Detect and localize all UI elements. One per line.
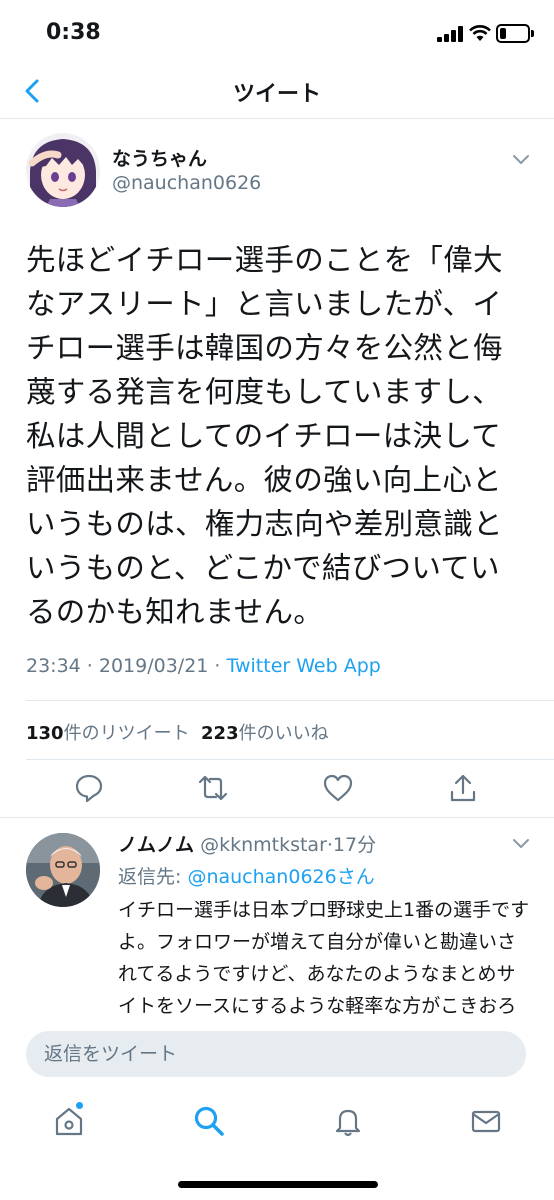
like-label: 件のいいね	[238, 723, 329, 744]
share-icon[interactable]	[447, 772, 479, 804]
author-handle[interactable]: @nauchan0626	[112, 172, 261, 194]
battery-icon	[496, 24, 534, 43]
divider	[26, 759, 554, 760]
tweet-text: 先ほどイチロー選手のことを「偉大 なアスリート」と言いましたが、イ チロー選手は…	[26, 238, 531, 634]
reply-options-chevron-icon[interactable]	[512, 838, 530, 850]
author-name[interactable]: なうちゃん	[112, 144, 207, 171]
wifi-icon	[469, 25, 491, 41]
messages-icon[interactable]	[469, 1104, 503, 1138]
retweet-label: 件のリツイート	[63, 723, 190, 744]
tweet-text-line: なアスリート」と言いましたが、イ	[26, 287, 503, 321]
status-bar: 0:38	[0, 0, 554, 64]
like-count: 223	[201, 723, 239, 744]
reply-header: ノムノム @kknmtkstar·17分	[118, 830, 376, 857]
retweet-icon[interactable]	[197, 772, 229, 804]
home-indicator	[178, 1181, 378, 1188]
author-avatar[interactable]	[26, 133, 100, 207]
reply-author-name[interactable]: ノムノム	[118, 834, 194, 856]
tweet-text-line: 蔑する発言を何度もしていますし、	[26, 375, 502, 409]
tweet-text-line: 私は人間としてのイチローは決して	[26, 419, 502, 453]
tweet-options-chevron-icon[interactable]	[512, 154, 530, 166]
tweet-text-line: るのかも知れません。	[26, 595, 324, 629]
tweet-timestamp: 23:34 · 2019/03/21 ·	[26, 655, 227, 677]
tweet-text-line: いうものと、どこかで結びついてい	[26, 551, 500, 585]
page-title: ツイート	[232, 82, 321, 107]
notifications-icon[interactable]	[331, 1104, 365, 1138]
like-icon[interactable]	[322, 772, 354, 804]
replying-to: 返信先: @nauchan0626さん	[118, 862, 375, 889]
like-stats[interactable]: 223件のいいね	[201, 723, 329, 744]
reply-icon[interactable]	[73, 772, 105, 804]
status-time: 0:38	[46, 20, 101, 45]
replying-to-link[interactable]: @nauchan0626さん	[187, 866, 374, 888]
reply-time: ·17分	[326, 834, 377, 856]
reply-compose-input[interactable]	[26, 1031, 526, 1077]
tweet-text-line: いうものは、権力志向や差別意識と	[26, 507, 503, 541]
replying-to-label: 返信先:	[118, 866, 188, 888]
tweet-source-link[interactable]: Twitter Web App	[227, 655, 381, 677]
reply-text: イチロー選手は日本プロ野球史上1番の選手ですよ。フォロワーが増えて自分が偉いと勘…	[118, 899, 530, 1017]
retweet-stats[interactable]: 130件のリツイート	[26, 723, 190, 744]
reply-author-avatar[interactable]	[26, 833, 100, 907]
retweet-count: 130	[26, 723, 64, 744]
divider	[0, 817, 554, 818]
search-icon[interactable]	[192, 1104, 226, 1138]
tweet-text-line: 先ほどイチロー選手のことを「偉大	[26, 243, 503, 277]
divider	[26, 700, 554, 701]
cellular-signal-icon	[437, 26, 465, 42]
new-content-dot	[76, 1102, 83, 1109]
reply-author-handle[interactable]: @kknmtkstar	[200, 834, 327, 856]
navigation-bar: ツイート	[0, 64, 554, 119]
home-icon[interactable]	[52, 1104, 86, 1138]
tweet-stats: 130件のリツイート 223件のいいね	[26, 719, 329, 745]
tweet-metadata: 23:34 · 2019/03/21 · Twitter Web App	[26, 655, 381, 677]
tweet-text-line: 評価出来ません。彼の強い向上心と	[26, 463, 502, 497]
tweet-text-line: チロー選手は韓国の方々を公然と侮	[26, 331, 503, 365]
